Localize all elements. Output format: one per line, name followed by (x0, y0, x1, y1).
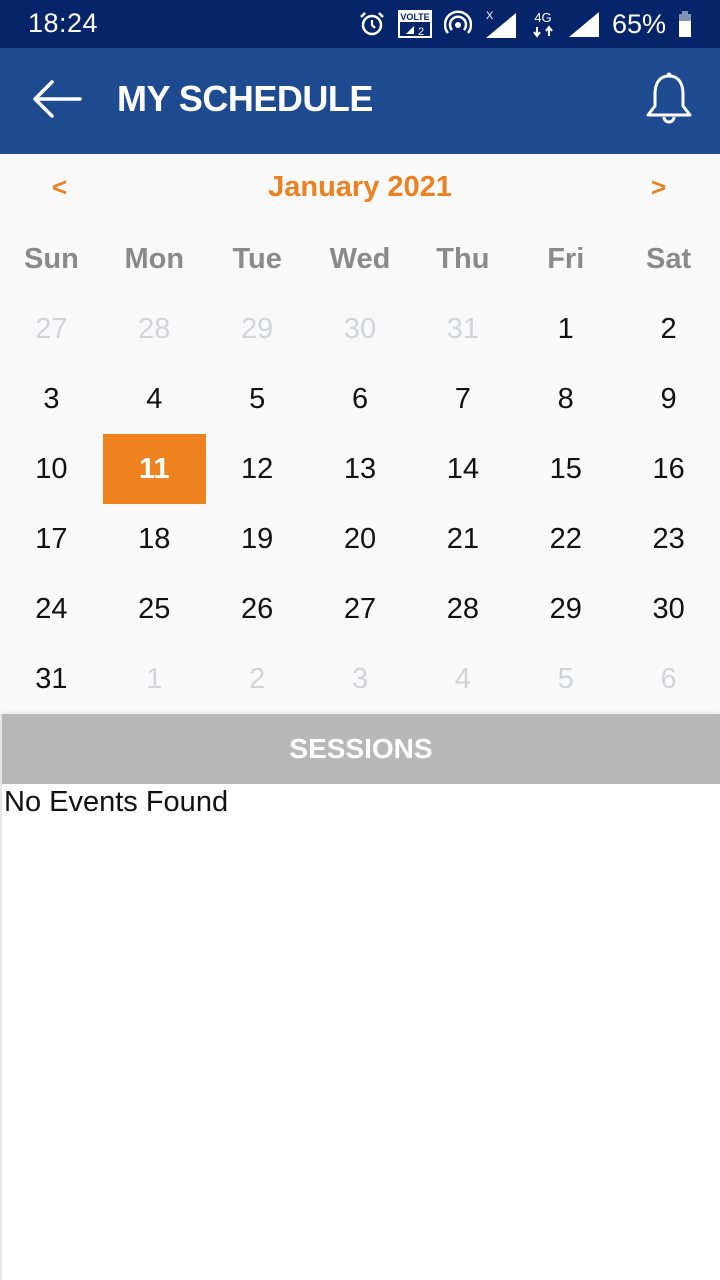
weekday-label: Tue (232, 243, 282, 275)
day-cell-selected[interactable]: 11 (102, 434, 206, 504)
status-time: 18:24 (28, 8, 99, 38)
day-cell[interactable]: 25 (103, 574, 206, 644)
weekday-label: Wed (329, 243, 391, 275)
day-cell[interactable]: 4 (103, 364, 206, 434)
arrow-left-icon (33, 80, 82, 118)
day-cell[interactable]: 6 (309, 364, 412, 434)
weekday-label: Mon (124, 243, 185, 275)
day-cell[interactable]: 3 (309, 644, 412, 714)
signal-icon (568, 10, 600, 38)
status-bar: 18:24 VOLTE 2 X 4G 65% (0, 0, 720, 48)
calendar: < January 2021 > Sun Mon Tue Wed Thu Fri… (0, 154, 720, 714)
day-cell[interactable]: 17 (0, 504, 103, 574)
day-cell[interactable]: 15 (514, 434, 617, 504)
svg-text:VOLTE: VOLTE (400, 12, 429, 22)
svg-text:4G: 4G (534, 10, 551, 25)
weekday-label: Sat (646, 243, 692, 275)
day-cell[interactable]: 21 (411, 504, 514, 574)
day-cell[interactable]: 20 (309, 504, 412, 574)
bell-icon (646, 72, 692, 124)
notifications-button[interactable] (644, 70, 694, 130)
day-cell[interactable]: 31 (411, 294, 514, 364)
month-title: January 2021 (268, 171, 452, 203)
day-cell[interactable]: 5 (206, 364, 309, 434)
day-cell[interactable]: 23 (617, 504, 720, 574)
day-cell[interactable]: 27 (0, 294, 103, 364)
day-cell[interactable]: 6 (617, 644, 720, 714)
svg-text:2: 2 (418, 26, 424, 38)
day-cell[interactable]: 10 (0, 434, 103, 504)
day-cell[interactable]: 30 (617, 574, 720, 644)
day-cell[interactable]: 29 (206, 294, 309, 364)
empty-message: No Events Found (4, 786, 229, 818)
day-cell[interactable]: 8 (514, 364, 617, 434)
day-cell[interactable]: 19 (206, 504, 309, 574)
calendar-nav: < January 2021 > (0, 154, 720, 226)
network-4g-icon: 4G (530, 9, 556, 39)
sessions-header: SESSIONS (2, 714, 720, 784)
signal-x-icon: X (484, 9, 518, 39)
status-icons: VOLTE 2 X 4G 65% (358, 0, 692, 48)
sessions-list: No Events Found (2, 784, 720, 1280)
weekday-label: Sun (24, 243, 79, 275)
alarm-icon (358, 10, 386, 38)
day-cell[interactable]: 1 (514, 294, 617, 364)
day-cell[interactable]: 27 (309, 574, 412, 644)
weekday-label: Fri (547, 243, 585, 275)
day-cell[interactable]: 16 (617, 434, 720, 504)
battery-icon (678, 10, 692, 38)
day-cell[interactable]: 26 (206, 574, 309, 644)
day-cell[interactable]: 14 (411, 434, 514, 504)
back-button[interactable] (30, 76, 84, 122)
days-grid: 27 28 29 30 31 1 2 3 4 5 6 7 8 9 10 11 12 13 14 15 16 17 18 19 2… (0, 294, 720, 714)
day-cell[interactable]: 1 (103, 644, 206, 714)
day-cell[interactable]: 3 (0, 364, 103, 434)
svg-text:X: X (486, 10, 494, 22)
day-cell[interactable]: 2 (617, 294, 720, 364)
day-cell[interactable]: 18 (103, 504, 206, 574)
app-bar: MY SCHEDULE (0, 48, 720, 154)
day-cell[interactable]: 28 (411, 574, 514, 644)
day-cell[interactable]: 13 (309, 434, 412, 504)
day-cell[interactable]: 29 (514, 574, 617, 644)
next-month-button[interactable]: > (651, 172, 666, 203)
day-cell[interactable]: 9 (617, 364, 720, 434)
page-title: MY SCHEDULE (117, 78, 373, 119)
day-cell[interactable]: 22 (514, 504, 617, 574)
day-cell[interactable]: 30 (309, 294, 412, 364)
battery-percent: 65% (611, 8, 666, 39)
volte-icon: VOLTE 2 (397, 10, 432, 38)
day-cell[interactable]: 5 (514, 644, 617, 714)
day-cell[interactable]: 28 (103, 294, 206, 364)
day-cell[interactable]: 31 (0, 644, 103, 714)
weekday-label: Thu (436, 243, 490, 275)
day-cell[interactable]: 4 (411, 644, 514, 714)
day-cell[interactable]: 2 (206, 644, 309, 714)
day-cell[interactable]: 12 (206, 434, 309, 504)
weekday-header: Sun Mon Tue Wed Thu Fri Sat (0, 226, 720, 292)
hotspot-icon (443, 10, 472, 38)
day-cell[interactable]: 7 (411, 364, 514, 434)
day-cell[interactable]: 24 (0, 574, 103, 644)
